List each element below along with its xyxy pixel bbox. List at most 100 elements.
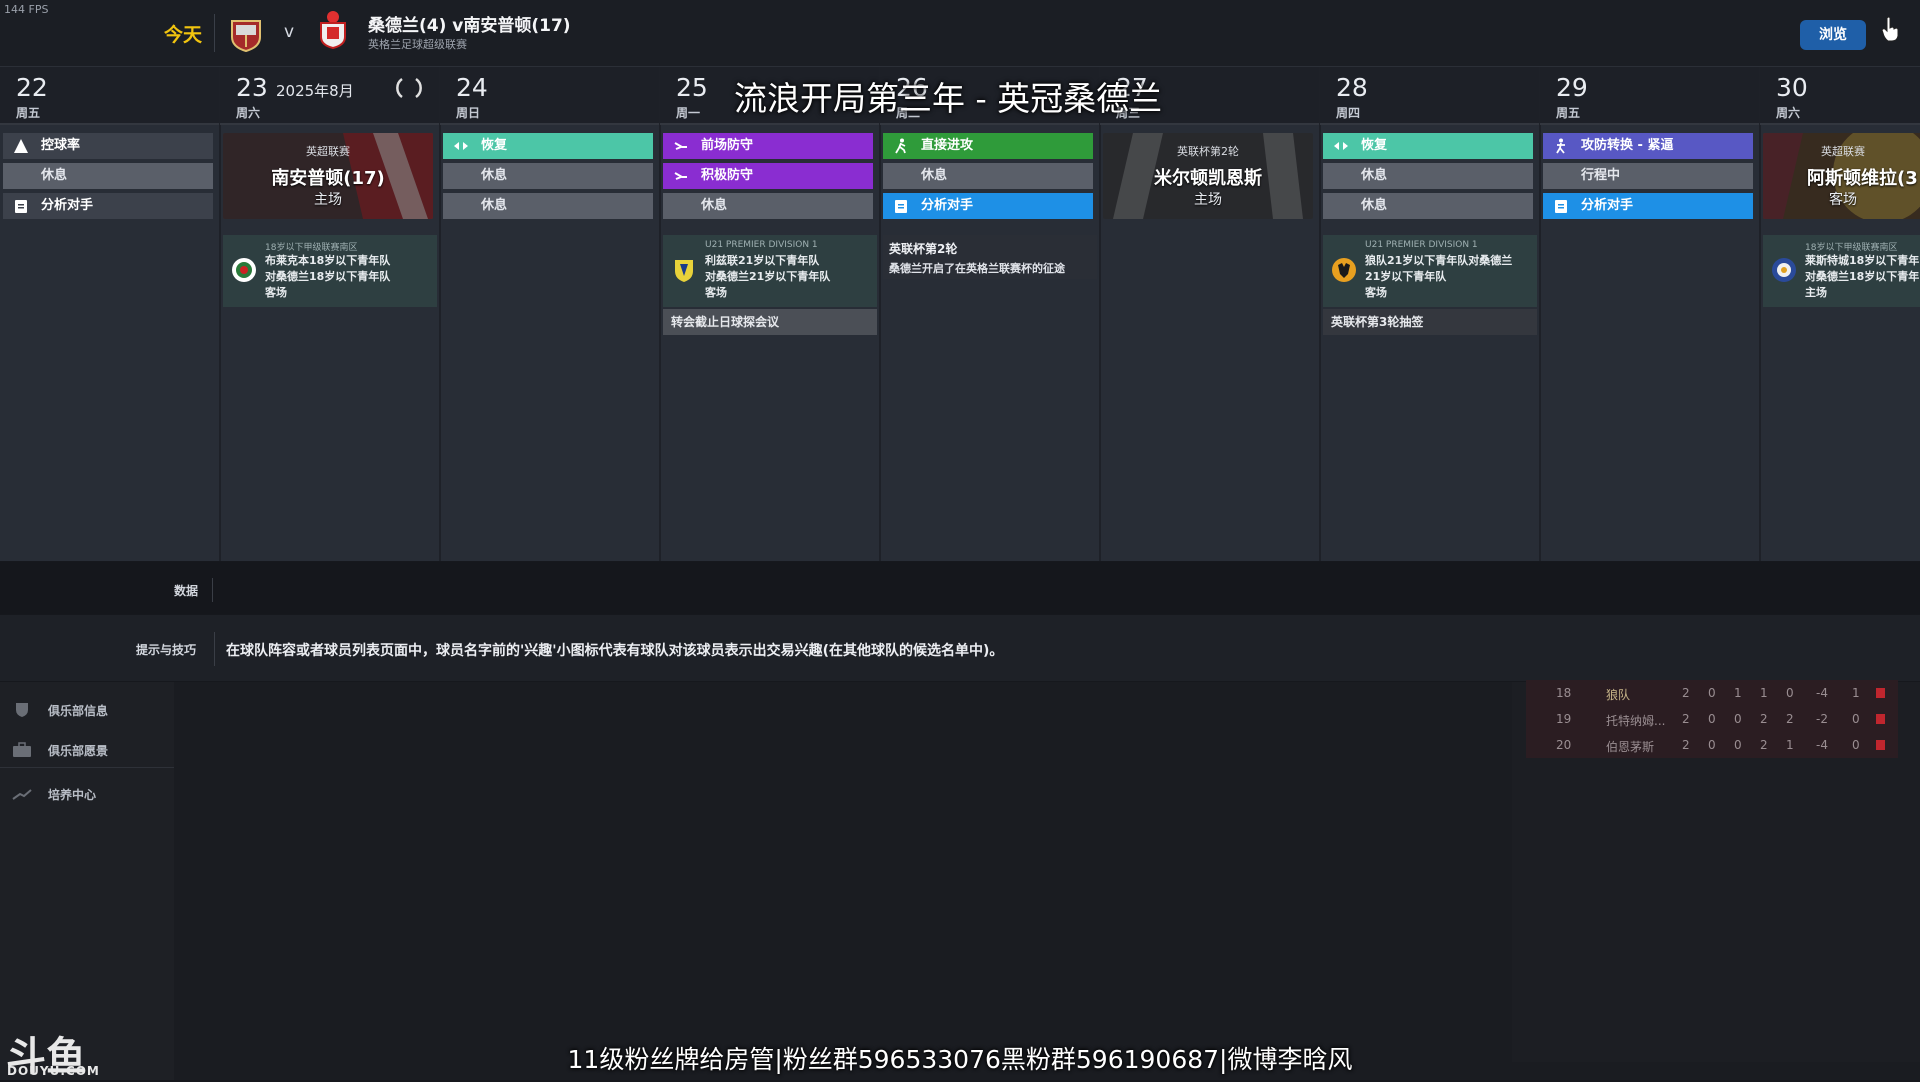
training-possession[interactable]: 控球率 — [3, 133, 213, 159]
training-recovery[interactable]: 恢复 — [1323, 133, 1533, 159]
scouting-meeting-note[interactable]: 转会截止日球探会议 — [663, 309, 877, 335]
day-header: 28 周四 — [1320, 67, 1539, 125]
activity-label: 积极防守 — [701, 168, 754, 183]
table-cell: 0 — [1708, 738, 1716, 752]
training-rest[interactable]: 休息 — [1323, 193, 1533, 219]
day-weekday: 周一 — [676, 106, 701, 120]
leicester-crest-icon — [1772, 258, 1796, 282]
table-cell: 2 — [1682, 738, 1690, 752]
youth-fixture: 狼队21岁以下青年队对桑德兰 21岁以下青年队 客场 — [1365, 254, 1513, 299]
day-header: 24 周日 — [440, 67, 659, 125]
training-recovery[interactable]: 恢复 — [443, 133, 653, 159]
travel-status[interactable]: 行程中 — [1543, 163, 1753, 189]
day-number: 24 — [456, 73, 488, 102]
sidebar: 俱乐部信息 俱乐部愿景 培养中心 — [0, 682, 174, 1080]
match-competition: 英超联赛 — [1821, 145, 1865, 158]
activity-label: 休息 — [1361, 168, 1388, 183]
sidebar-item-club-vision[interactable]: 俱乐部愿景 — [0, 732, 174, 768]
recovery-arrows-icon — [1334, 142, 1348, 150]
training-analyse-opponent[interactable]: 分析对手 — [1543, 193, 1753, 219]
training-analyse-opponent[interactable]: 分析对手 — [3, 193, 213, 219]
youth-match-card[interactable]: 18岁以下甲级联赛南区 布莱克本18岁以下青年队 对桑德兰18岁以下青年队 客场 — [223, 235, 437, 307]
table-row[interactable]: 18 狼队 2 0 1 1 0 -4 1 — [1526, 680, 1898, 706]
training-analyse-opponent[interactable]: 分析对手 — [883, 193, 1093, 219]
day-column-23[interactable]: 23 周六 英超联赛 南安普顿(17) 主场 18岁以下甲级联赛南区 布莱克本1… — [220, 67, 441, 561]
sidebar-item-development-centre[interactable]: 培养中心 — [0, 776, 174, 812]
table-pos: 19 — [1556, 712, 1572, 726]
table-team: 狼队 — [1606, 688, 1631, 702]
day-column-25[interactable]: 25 周一 前场防守 积极防守 休息 U21 PREMIER DIVISION … — [660, 67, 881, 561]
match-competition: 英联杯第2轮 — [1177, 145, 1239, 158]
today-button[interactable]: 今天 — [164, 20, 202, 47]
activity-label: 休息 — [921, 168, 948, 183]
loading-spinner-icon — [396, 77, 422, 99]
sidebar-item-club-info[interactable]: 俱乐部信息 — [0, 692, 174, 728]
training-transition-press[interactable]: 攻防转换 - 紧逼 — [1543, 133, 1753, 159]
table-cell: 0 — [1708, 712, 1716, 726]
header-divider — [214, 14, 215, 52]
training-rest[interactable]: 休息 — [1323, 163, 1533, 189]
day-column-28[interactable]: 28 周四 恢复 休息 休息 U21 PREMIER DIVISION 1 狼队… — [1320, 67, 1541, 561]
youth-league: 18岁以下甲级联赛南区 — [265, 243, 358, 253]
table-cell: 0 — [1786, 686, 1794, 700]
table-cell: 1 — [1852, 686, 1860, 700]
training-rest[interactable]: 休息 — [443, 193, 653, 219]
match-card-mk-dons[interactable]: 英联杯第2轮 米尔顿凯恩斯 主场 — [1103, 133, 1313, 219]
training-rest[interactable]: 休息 — [443, 163, 653, 189]
table-row[interactable]: 19 托特纳姆... 2 0 0 2 2 -2 0 — [1526, 706, 1898, 732]
training-high-press[interactable]: 前场防守 — [663, 133, 873, 159]
day-column-24[interactable]: 24 周日 恢复 休息 休息 — [440, 67, 661, 561]
next-match-title[interactable]: 桑德兰(4) v南安普顿(17) — [368, 11, 571, 36]
table-cell: 0 — [1734, 712, 1742, 726]
briefcase-icon — [13, 742, 31, 757]
youth-league: 18岁以下甲级联赛南区 — [1805, 243, 1898, 253]
transition-icon — [1556, 138, 1565, 154]
table-cell: 0 — [1852, 738, 1860, 752]
youth-match-card[interactable]: 18岁以下甲级联赛南区 莱斯特城18岁以下青年 对桑德兰18岁以下青年 主场 — [1763, 235, 1920, 307]
youth-league: U21 PREMIER DIVISION 1 — [705, 240, 818, 250]
table-cell: 1 — [1786, 738, 1794, 752]
activity-label: 分析对手 — [921, 198, 974, 213]
day-number: 28 — [1336, 73, 1368, 102]
browse-button[interactable]: 浏览 — [1800, 20, 1866, 50]
training-aggressive-defending[interactable]: 积极防守 — [663, 163, 873, 189]
sunderland-crest-icon — [231, 20, 261, 53]
youth-match-card[interactable]: U21 PREMIER DIVISION 1 利兹联21岁以下青年队 对桑德兰2… — [663, 235, 877, 307]
match-opponent: 南安普顿(17) — [271, 168, 385, 189]
cup-draw-note[interactable]: 英联杯第3轮抽签 — [1323, 309, 1537, 335]
sidebar-item-label: 俱乐部信息 — [48, 704, 109, 718]
league-table: 18 狼队 2 0 1 1 0 -4 1 19 托特纳姆... 2 0 0 2 … — [1526, 680, 1898, 758]
training-rest[interactable]: 休息 — [663, 193, 873, 219]
table-pos: 20 — [1556, 738, 1572, 752]
training-direct-attack[interactable]: 直接进攻 — [883, 133, 1093, 159]
match-card-aston-villa[interactable]: 英超联赛 阿斯顿维拉(3 客场 — [1763, 133, 1920, 219]
activity-label: 恢复 — [1361, 138, 1388, 153]
day-column-29[interactable]: 29 周五 攻防转换 - 紧逼 行程中 分析对手 — [1540, 67, 1761, 561]
shield-icon — [16, 703, 28, 717]
match-card-southampton[interactable]: 英超联赛 南安普顿(17) 主场 — [223, 133, 433, 219]
relegation-marker — [1876, 714, 1885, 724]
table-row[interactable]: 20 伯恩茅斯 2 0 0 2 1 -4 0 — [1526, 732, 1898, 758]
possession-icon — [14, 139, 28, 153]
training-rest[interactable]: 休息 — [883, 163, 1093, 189]
training-rest[interactable]: 休息 — [3, 163, 213, 189]
day-column-22[interactable]: 22 周五 控球率 休息 分析对手 — [0, 67, 221, 561]
day-weekday: 周五 — [16, 106, 41, 120]
day-column-26[interactable]: 26 周二 直接进攻 休息 分析对手 英联杯第2轮 桑德兰开启了在英格兰联赛杯的… — [880, 67, 1101, 561]
month-label: 2025年8月 — [276, 82, 354, 100]
cup-news-title: 英联杯第2轮 — [889, 242, 958, 256]
activity-label: 恢复 — [481, 138, 508, 153]
youth-match-card[interactable]: U21 PREMIER DIVISION 1 狼队21岁以下青年队对桑德兰 21… — [1323, 235, 1537, 307]
table-cell: 2 — [1682, 712, 1690, 726]
day-column-27[interactable]: 27 周三 英联杯第2轮 米尔顿凯恩斯 主场 — [1100, 67, 1321, 561]
activity-label: 休息 — [481, 198, 508, 213]
day-number: 25 — [676, 73, 708, 102]
data-divider — [212, 578, 213, 602]
cup-news-card[interactable]: 英联杯第2轮 桑德兰开启了在英格兰联赛杯的征途 — [883, 235, 1097, 279]
next-match-league: 英格兰足球超级联赛 — [368, 38, 467, 51]
table-cell: 0 — [1734, 738, 1742, 752]
activity-label: 前场防守 — [701, 138, 754, 153]
day-column-30[interactable]: 30 周六 英超联赛 阿斯顿维拉(3 客场 18岁以下甲级联赛南区 莱斯特城18… — [1760, 67, 1920, 561]
table-cell: -2 — [1816, 712, 1828, 726]
table-cell: -4 — [1816, 738, 1828, 752]
